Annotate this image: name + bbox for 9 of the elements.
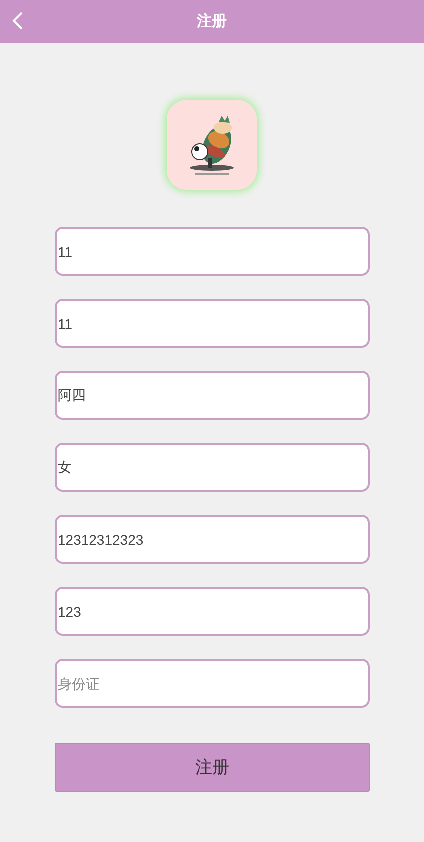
input-field[interactable]: 女 [55, 443, 370, 492]
register-button[interactable]: 注册 [55, 743, 370, 792]
input-field[interactable]: 身份证 [55, 659, 370, 708]
input-field[interactable]: 11 [55, 227, 370, 276]
page-title: 注册 [197, 12, 227, 31]
input-field[interactable]: 12312312323 [55, 515, 370, 564]
input-field[interactable]: 阿四 [55, 371, 370, 420]
input-field[interactable]: 123 [55, 587, 370, 636]
input-field[interactable]: 11 [55, 299, 370, 348]
